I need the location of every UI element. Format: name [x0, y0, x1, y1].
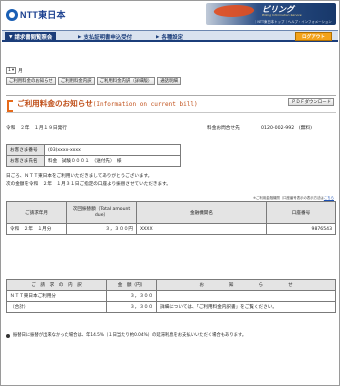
customer-name-label: お客さま氏名 [6, 155, 45, 167]
chevron-down-icon: ▾ [11, 68, 15, 73]
month-selector-row: 1 ▾ 月 [6, 67, 23, 74]
call-details-button[interactable]: 通話明細 [157, 77, 181, 85]
brand-sub: Billing Information Service [262, 13, 302, 17]
tab-payment-certificate[interactable]: ▶ 支払証明書申込受付 [74, 32, 136, 42]
brand-swoosh-icon [211, 5, 257, 17]
logo-text: NTT東日本 [20, 10, 66, 20]
table-row: 令和 ２年 １月分 ３，３００円 XXXX 9876543 [6, 223, 336, 235]
detail-table: ご 請 求 の 内 訳 金 額（円） お 知 ら せ ＮＴＴ東日本ご利用分 ３，… [6, 279, 336, 313]
divider [6, 95, 336, 96]
customer-table: お客さま番号 (03)xxxx-xxxx お客さま氏名 料金 試験０００１ （送… [6, 144, 181, 167]
header-notice-char: お [199, 283, 204, 288]
bullet-icon [6, 334, 10, 338]
table-row: お客さま番号 (03)xxxx-xxxx [6, 144, 181, 156]
billing-month: 令和 ２年 １月分 [6, 223, 67, 235]
tab-settings[interactable]: ▶ 各種設定 [152, 32, 187, 42]
month-suffix: 月 [18, 68, 23, 74]
header-notice: お 知 ら せ [156, 279, 336, 291]
breakdown-item: （合計） [6, 301, 107, 313]
main-nav: ▼ 請求書閲覧照会 ▶ 支払証明書申込受付 ▶ 各種設定 ログアウト [2, 30, 338, 42]
bank-display-note-link[interactable]: こちら [324, 196, 334, 200]
ntt-logo-icon [6, 8, 18, 21]
divider [6, 112, 336, 113]
tab-billing-view[interactable]: ▼ 請求書閲覧照会 [5, 32, 57, 42]
late-fee-note: 振替日に振替が出来なかった場合は、年14.5%（１日当たり約0.04%）の延滞利… [6, 332, 336, 340]
account-number: 9876543 [266, 223, 336, 235]
ntt-logo[interactable]: NTT東日本 [6, 8, 66, 21]
page-title: ご利用料金のお知らせ(Information on current bill) [6, 97, 198, 112]
tab-arrow-icon: ▼ [9, 34, 13, 40]
table-row: お客さま氏名 料金 試験０００１ （送付先） 様 [6, 155, 181, 167]
transfer-line: 次の金額を令和 ２年 １月３１日ご指定の口座より振替させていただきます。 [6, 182, 171, 187]
table-row: ＮＴＴ東日本ご利用分 ３，３００ [6, 290, 336, 302]
tab-arrow-icon: ▶ [156, 34, 160, 40]
month-select-value: 1 [8, 68, 11, 73]
notice-button[interactable]: ご利用料金のお知らせ [6, 77, 56, 85]
tab-label: 各種設定 [161, 35, 184, 41]
billing-table: ご請求年月 次回振替額（Total amount due） 金融機関名 口座番号… [6, 201, 336, 235]
page-title-text: ご利用料金のお知らせ [17, 99, 93, 108]
header-bank-name: 金融機関名 [136, 201, 267, 224]
header-billing-month: ご請求年月 [6, 201, 67, 224]
tab-arrow-icon: ▶ [78, 34, 82, 40]
table-header-row: ご 請 求 の 内 訳 金 額（円） お 知 ら せ [6, 279, 336, 291]
greeting-line: 日ごろ、ＮＴＴ東日本をご利用いただきましてありがとうございます。 [6, 174, 153, 179]
header: NTT東日本 ビリング Billing Information Service … [2, 2, 338, 28]
bank-name: XXXX [136, 223, 267, 235]
pdf-download-button[interactable]: ＰＤＦダウンロード [288, 98, 334, 106]
view-buttons-row: ご利用料金のお知らせ ご利用料金内訳 ご利用料金内訳（詳細版） 通話明細 [6, 77, 181, 85]
breakdown-amount: ３，３００ [106, 301, 157, 313]
customer-number-value: (03)xxxx-xxxx [44, 144, 181, 156]
title-bracket-icon [6, 99, 14, 112]
total-due: ３，３００円 [66, 223, 137, 235]
late-fee-note-text: 振替日に振替が出来なかった場合は、年14.5%（１日当たり約0.04%）の延滞利… [13, 333, 247, 338]
breakdown-item: ＮＴＴ東日本ご利用分 [6, 290, 107, 302]
breakdown-amount: ３，３００ [106, 290, 157, 302]
month-select[interactable]: 1 ▾ [6, 67, 17, 74]
table-row: （合計） ３，３００ 詳細については、「ご利用料金内訳書」をご覧ください。 [6, 301, 336, 313]
bank-display-note-text: ※ご利用金融機関（口座番号表示の表示方法は [253, 196, 324, 200]
breakdown-notice [156, 290, 336, 302]
breakdown-detail-button[interactable]: ご利用料金内訳（詳細版） [96, 77, 156, 85]
customer-number-label: お客さま番号 [6, 144, 45, 156]
page-title-en: (Information on current bill) [92, 101, 198, 108]
inquiry-phone: 0120-002-992 (無料) [261, 126, 312, 131]
header-amount: 金 額（円） [106, 279, 157, 291]
logout-button[interactable]: ログアウト [295, 32, 332, 41]
header-notice-char: ら [258, 283, 264, 288]
billing-brand-banner: ビリング Billing Information Service ｜NTT東日本… [206, 3, 336, 25]
tab-label: 請求書閲覧照会 [14, 35, 53, 41]
header-notice-char: せ [288, 283, 293, 288]
table-header-row: ご請求年月 次回振替額（Total amount due） 金融機関名 口座番号 [6, 201, 336, 224]
issue-date: 令和 ２年 １月１９日発行 [6, 126, 67, 131]
page: NTT東日本 ビリング Billing Information Service … [0, 0, 340, 386]
breakdown-button[interactable]: ご利用料金内訳 [57, 77, 95, 85]
bank-display-note: ※ご利用金融機関（口座番号表示の表示方法はこちら [253, 195, 334, 200]
header-notice-char: 知 [228, 283, 234, 288]
inquiry-label: 料金お問合せ先 [207, 126, 240, 131]
breakdown-notice: 詳細については、「ご利用料金内訳書」をご覧ください。 [156, 301, 336, 313]
header-account-number: 口座番号 [266, 201, 336, 224]
brand-links[interactable]: ｜NTT東日本トップ｜ヘルプ・インフォメーション [254, 19, 332, 24]
header-breakdown: ご 請 求 の 内 訳 [6, 279, 107, 291]
tab-label: 支払証明書申込受付 [83, 35, 132, 41]
customer-name-value: 料金 試験０００１ （送付先） 様 [44, 155, 181, 167]
header-total-due: 次回振替額（Total amount due） [66, 201, 137, 224]
